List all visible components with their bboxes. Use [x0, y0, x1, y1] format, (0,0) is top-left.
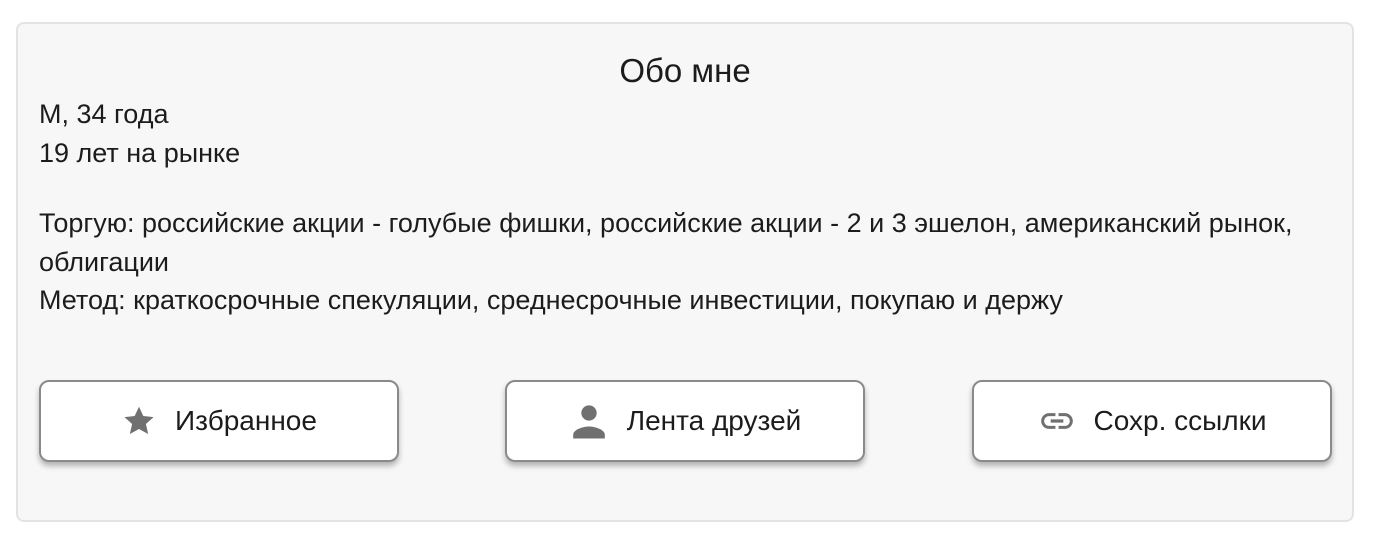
about-card: Обо мне М, 34 года 19 лет на рынке Торгу…	[16, 22, 1354, 522]
about-title: Обо мне	[619, 52, 751, 89]
star-icon	[121, 403, 157, 439]
person-icon	[569, 401, 609, 441]
about-info: М, 34 года 19 лет на рынке Торгую: росси…	[39, 95, 1332, 320]
favorites-label: Избранное	[175, 405, 317, 436]
gender-age-text: М, 34 года	[39, 99, 169, 129]
friends-feed-button[interactable]: Лента друзей	[505, 380, 865, 462]
link-icon	[1038, 402, 1076, 440]
friends-feed-label: Лента друзей	[626, 405, 802, 436]
saved-links-label: Сохр. ссылки	[1093, 405, 1267, 436]
saved-links-button[interactable]: Сохр. ссылки	[972, 380, 1332, 462]
favorites-button[interactable]: Избранное	[39, 380, 399, 462]
trade-method-text: Метод: краткосрочные спекуляции, среднес…	[39, 285, 1063, 315]
trade-markets-text: Торгую: российские акции - голубые фишки…	[39, 208, 1293, 277]
experience-text: 19 лет на рынке	[39, 137, 241, 168]
